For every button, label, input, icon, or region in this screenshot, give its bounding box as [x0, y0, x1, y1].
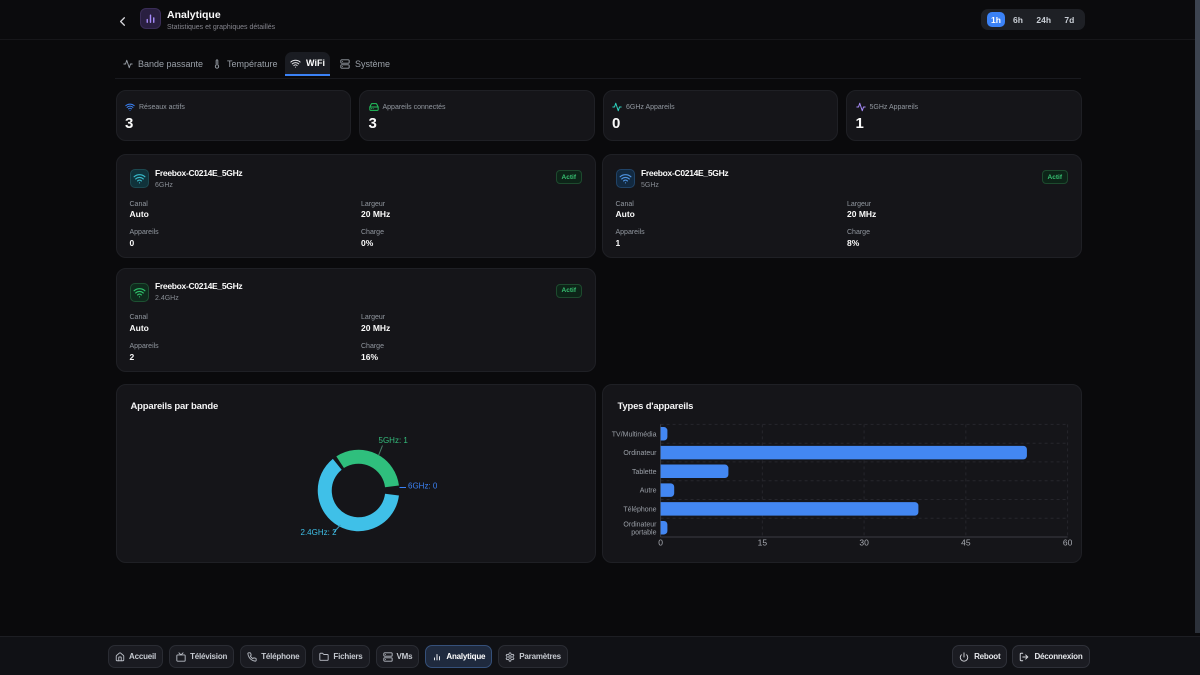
svg-text:Ordinateur: Ordinateur: [623, 450, 657, 457]
svg-text:0: 0: [658, 538, 663, 548]
svg-text:6GHz: 0: 6GHz: 0: [408, 482, 438, 491]
svg-text:2.4GHz: 2: 2.4GHz: 2: [300, 528, 337, 537]
svg-text:Autre: Autre: [639, 488, 656, 495]
svg-text:Tablette: Tablette: [631, 469, 656, 476]
svg-text:TV/Multimédia: TV/Multimédia: [611, 431, 656, 438]
svg-text:Ordinateur: Ordinateur: [623, 522, 657, 529]
svg-text:portable: portable: [631, 529, 656, 536]
svg-text:Téléphone: Téléphone: [623, 506, 656, 513]
svg-text:5GHz: 1: 5GHz: 1: [378, 436, 408, 445]
svg-text:45: 45: [961, 538, 971, 548]
svg-text:15: 15: [757, 538, 767, 548]
svg-text:30: 30: [859, 538, 869, 548]
svg-text:60: 60: [1062, 538, 1072, 548]
